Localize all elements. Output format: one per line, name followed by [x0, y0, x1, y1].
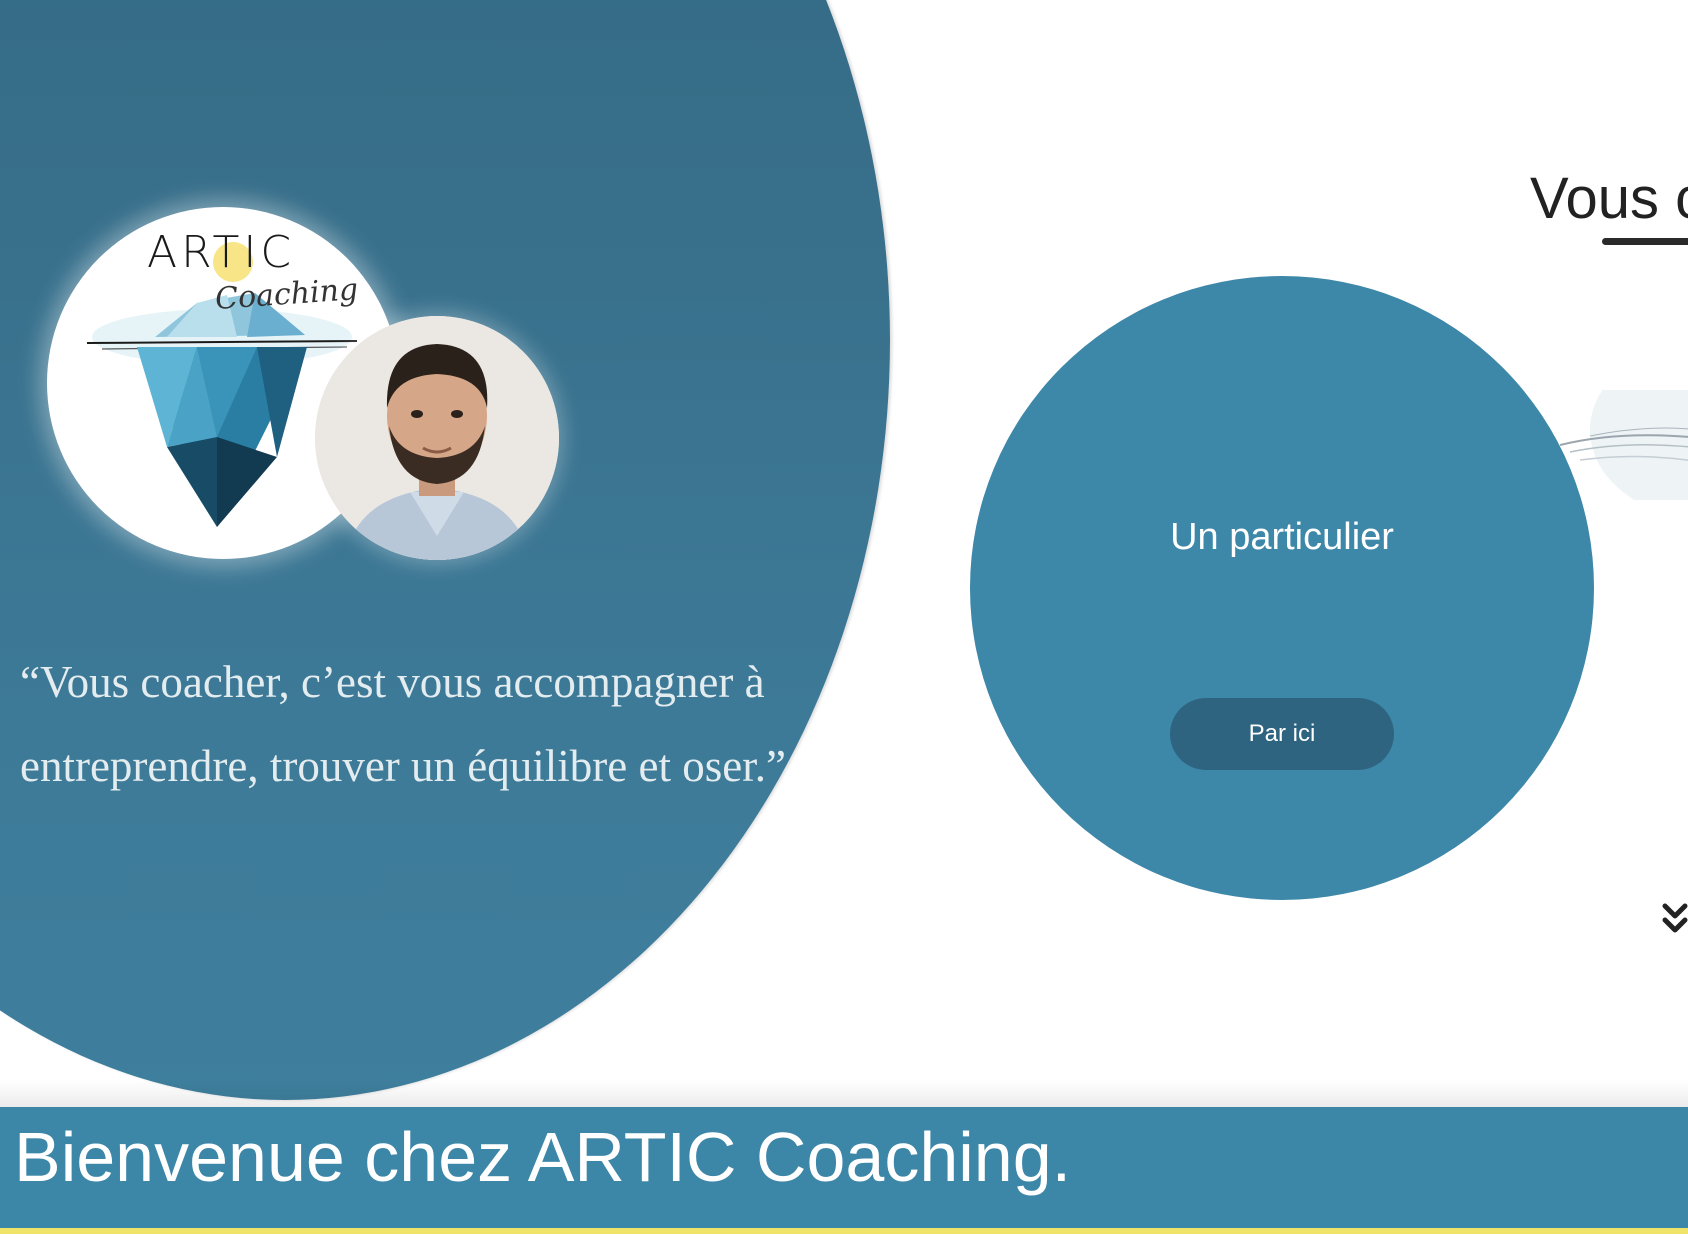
welcome-heading: Bienvenue chez ARTIC Coaching. [14, 1118, 1072, 1196]
particulier-title: Un particulier [1170, 516, 1394, 558]
double-chevron-down-icon[interactable] [1662, 902, 1688, 938]
decorative-wave-image [1560, 390, 1688, 500]
page: ARTIC Coaching “Vous coacher, c’est vous… [0, 0, 1688, 1234]
band-shadow [0, 1080, 1688, 1108]
coach-portrait-photo [315, 316, 559, 560]
particulier-card: Un particulier Par ici [970, 276, 1594, 900]
section-heading: Vous c [1530, 166, 1688, 231]
par-ici-button[interactable]: Par ici [1170, 698, 1394, 770]
portrait-image [315, 316, 559, 560]
hero-quote: “Vous coacher, c’est vous accompagner à … [20, 657, 786, 791]
logo-title: ARTIC [147, 227, 296, 278]
accent-line [0, 1228, 1688, 1234]
heading-underline [1602, 238, 1688, 245]
welcome-band: Bienvenue chez ARTIC Coaching. [0, 1107, 1688, 1228]
